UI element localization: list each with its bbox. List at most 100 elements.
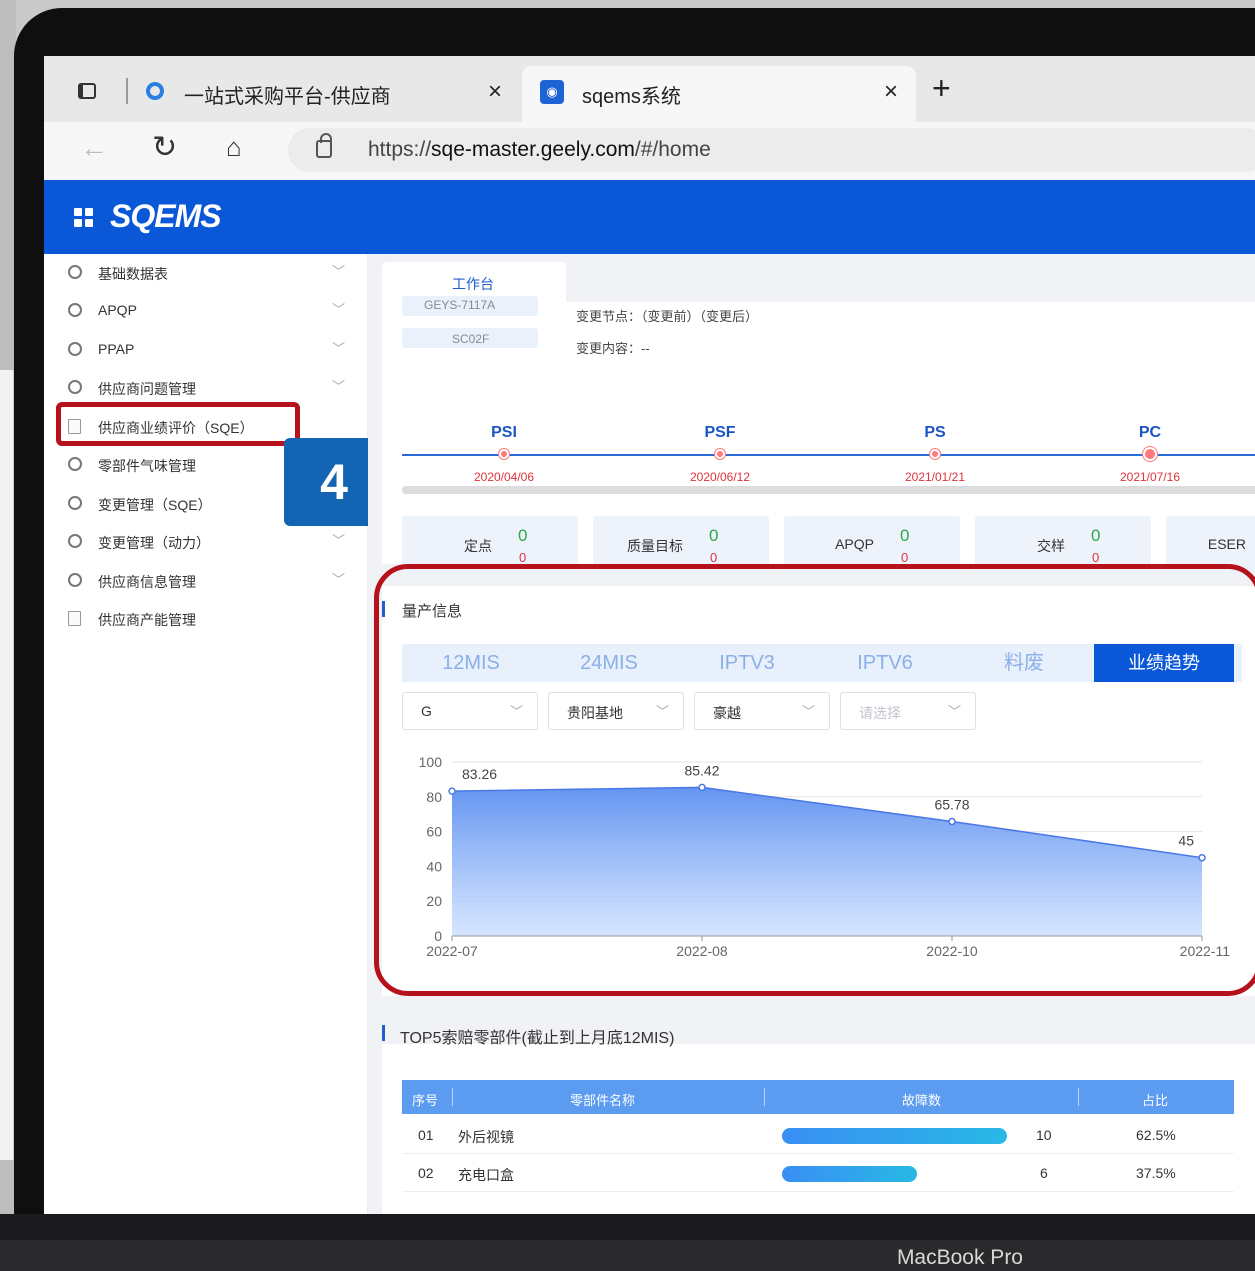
project-pill[interactable]: GEYS-7117A (402, 296, 538, 316)
back-arrow-icon[interactable]: ← (80, 132, 108, 164)
gear-icon (68, 534, 82, 548)
milestone-dot[interactable] (930, 449, 940, 459)
project-code: GEYS-7117A (424, 298, 496, 312)
stat-green: 0 (1091, 526, 1101, 545)
app-header: SQEMS (44, 180, 1255, 254)
chevron-down-icon: ﹀ (332, 533, 346, 548)
tab-sqems[interactable]: ◉ sqems系统 × (522, 66, 916, 122)
sidebar-item-change-power[interactable]: 变更管理（动力） ﹀ (44, 523, 368, 561)
table-header: 序号 零部件名称 故障数 占比 (402, 1080, 1234, 1114)
milestone-date: 2021/01/21 (904, 470, 966, 484)
gear-icon (68, 457, 82, 471)
sidebar-item-label: 变更管理（SQE） (98, 497, 212, 513)
table-row[interactable]: 01 外后视镜 10 62.5% (402, 1116, 1234, 1154)
change-node: 变更节点：（变更前）（变更后） (576, 309, 759, 324)
highlight-ring (374, 564, 1255, 996)
chevron-down-icon: ﹀ (332, 302, 346, 317)
close-tab-icon[interactable]: × (488, 78, 502, 106)
tab-separator (126, 78, 128, 104)
milestone-dot[interactable] (715, 449, 725, 459)
reload-icon[interactable]: ↻ (152, 130, 177, 165)
close-tab-icon[interactable]: × (884, 78, 898, 106)
sidebar-item-label: 基础数据表 (98, 266, 168, 282)
header-divider (452, 1088, 453, 1106)
home-icon[interactable]: ⌂ (226, 132, 242, 163)
stat-red: 0 (901, 550, 909, 565)
stat-green: 0 (709, 526, 719, 545)
sidebar-item-supplier-info[interactable]: 供应商信息管理 ﹀ (44, 562, 368, 600)
lock-icon[interactable] (316, 133, 332, 158)
milestone-dot[interactable] (1143, 447, 1157, 461)
tab-title: 一站式采购平台-供应商 (184, 86, 391, 108)
header-part-name: 零部件名称 (570, 1093, 636, 1108)
gear-icon (68, 342, 82, 356)
sidebar-item-label: 供应商问题管理 (98, 381, 196, 397)
chevron-down-icon: ﹀ (332, 379, 346, 394)
sidebar-item-label: PPAP (98, 341, 135, 357)
gear-icon (68, 265, 82, 279)
stat-label: ESER (1207, 536, 1246, 552)
url-text[interactable]: https://sqe-master.geely.com/#/home (368, 138, 711, 162)
section-title: TOP5索赔零部件(截止到上月底12MIS) (382, 1024, 674, 1048)
milestone-name: PS (924, 424, 946, 441)
project-panel: GEYS-7117A SC02F 变更节点：（变更前）（变更后） 变更内容：--… (382, 296, 1255, 574)
table-row[interactable]: 02 充电口盒 6 37.5% (402, 1154, 1234, 1192)
change-content: 变更内容：-- (576, 341, 650, 356)
header-no: 序号 (412, 1093, 439, 1108)
highlight-box (56, 402, 300, 446)
sidebar-item-label: 供应商信息管理 (98, 574, 196, 590)
app-logo: SQEMS (110, 198, 222, 234)
tab-label: 工作台 (452, 276, 494, 292)
sidebar-item-label: APQP (98, 302, 137, 318)
gear-icon (68, 303, 82, 317)
milestone-dot[interactable] (499, 449, 509, 459)
milestone-name: PSI (491, 424, 517, 441)
new-tab-button[interactable]: + (932, 70, 951, 107)
tab-title: sqems系统 (582, 86, 681, 108)
header-divider (764, 1088, 765, 1106)
stat-label: APQP (835, 536, 874, 552)
background-window-edge (0, 370, 14, 1160)
fault-bar (782, 1128, 1007, 1144)
stat-green: 0 (518, 526, 528, 545)
row-no: 01 (418, 1127, 434, 1143)
row-ratio: 37.5% (1136, 1165, 1176, 1181)
sidebar-item-label: 变更管理（动力） (98, 535, 210, 551)
stat-label: 交样 (1037, 538, 1065, 554)
tab-procurement[interactable]: 一站式采购平台-供应商 × (140, 72, 510, 112)
stat-green: 0 (900, 526, 910, 545)
row-count: 10 (1036, 1127, 1052, 1143)
gear-icon (68, 573, 82, 587)
address-toolbar: ← ↻ ⌂ https://sqe-master.geely.com/#/hom… (44, 122, 1255, 180)
sidebar: 基础数据表 ﹀ APQP ﹀ PPAP ﹀ 供应商问题管理 ﹀ 供应商业绩评价（SQE）… (44, 254, 384, 1214)
fault-bar (782, 1166, 917, 1182)
stat-red: 0 (710, 550, 718, 565)
row-no: 02 (418, 1165, 434, 1181)
sidebar-item-label: 零部件气味管理 (98, 458, 196, 474)
header-ratio: 占比 (1142, 1093, 1169, 1108)
url-bar[interactable]: https://sqe-master.geely.com/#/home (288, 128, 1255, 172)
laptop-chin: MacBook Pro (0, 1214, 1255, 1271)
milestone-date: 2021/07/16 (1119, 470, 1181, 484)
milestone-date: 2020/04/06 (473, 470, 535, 484)
horizontal-scrollbar[interactable] (402, 486, 1255, 494)
sidebar-item-base-data[interactable]: 基础数据表 ﹀ (44, 254, 368, 292)
row-count: 6 (1040, 1165, 1048, 1181)
stat-label: 定点 (464, 538, 492, 554)
project-pill[interactable]: SC02F (402, 328, 538, 348)
row-part-name: 充电口盒 (458, 1167, 514, 1183)
stat-red: 0 (1092, 550, 1100, 565)
sidebar-item-label: 供应商产能管理 (98, 612, 196, 628)
device-label: MacBook Pro (896, 1246, 1023, 1269)
sidebar-item-ppap[interactable]: PPAP ﹀ (44, 331, 368, 369)
stat-red: 0 (519, 550, 527, 565)
document-icon (68, 611, 81, 626)
sidebar-item-capacity[interactable]: 供应商产能管理 (44, 600, 368, 638)
milestone-name: PSF (704, 424, 736, 441)
tab-actions-icon[interactable] (78, 83, 96, 99)
chevron-down-icon: ﹀ (332, 264, 346, 279)
sidebar-item-apqp[interactable]: APQP ﹀ (44, 292, 368, 330)
app-grid-icon[interactable] (74, 208, 94, 228)
header-divider (1078, 1088, 1079, 1106)
milestone-name: PC (1138, 424, 1162, 441)
